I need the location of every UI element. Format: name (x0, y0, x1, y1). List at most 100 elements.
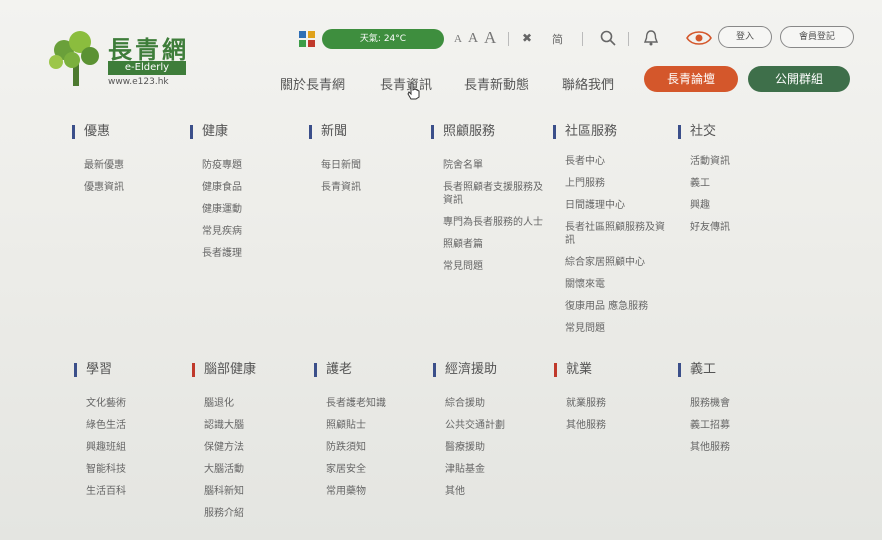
menu-link[interactable]: 義工 (690, 173, 730, 195)
menu-link[interactable]: 文化藝術 (86, 393, 126, 415)
divider (582, 32, 583, 46)
menu-link[interactable]: 常用藥物 (326, 481, 386, 503)
menu-heading[interactable]: 護老 (314, 361, 386, 379)
menu-link[interactable]: 綜合家居照顧中心 (565, 252, 673, 274)
divider (508, 32, 509, 46)
font-size-small[interactable]: A (454, 33, 462, 45)
menu-link[interactable]: 就業服務 (566, 393, 606, 415)
tree-logo-icon[interactable] (46, 28, 106, 88)
brand-subtitle: e-Elderly (108, 61, 186, 75)
menu-heading[interactable]: 社交 (678, 123, 730, 141)
menu-link[interactable]: 津貼基金 (445, 459, 505, 481)
font-size-medium[interactable]: A (468, 31, 478, 47)
menu-heading[interactable]: 學習 (74, 361, 126, 379)
heading-label: 經濟援助 (445, 362, 498, 377)
heading-label: 就業 (566, 362, 593, 377)
heading-label: 照顧服務 (443, 124, 496, 139)
menu-col-learning: 學習 文化藝術 綠色生活 興趣班組 智能科技 生活百科 (74, 361, 126, 503)
menu-link[interactable]: 興趣 (690, 195, 730, 217)
heading-label: 健康 (202, 124, 229, 139)
menu-heading[interactable]: 新聞 (309, 123, 361, 141)
nav-item-about[interactable]: 關於長青網 (280, 74, 345, 93)
menu-link[interactable]: 常見問題 (443, 256, 551, 278)
menu-link[interactable]: 上門服務 (565, 173, 673, 195)
menu-link[interactable]: 其他服務 (566, 415, 606, 437)
menu-col-employment: 就業 就業服務 其他服務 (554, 361, 606, 437)
chinese-toggle-icon[interactable]: ✖ (522, 31, 532, 45)
menu-link[interactable]: 腦退化 (204, 393, 256, 415)
menu-link[interactable]: 專門為長者服務的人士 (443, 212, 551, 234)
menu-link[interactable]: 長者社區照顧服務及資訊 (565, 221, 673, 247)
menu-link[interactable]: 常見疾病 (202, 221, 242, 243)
font-size-large[interactable]: A (484, 28, 496, 48)
menu-heading[interactable]: 經濟援助 (433, 361, 505, 379)
menu-link[interactable]: 照顧者篇 (443, 234, 551, 256)
menu-link[interactable]: 服務介紹 (204, 503, 256, 525)
menu-link[interactable]: 好友傳訊 (690, 217, 730, 239)
register-button[interactable]: 會員登記 (780, 26, 854, 48)
login-button[interactable]: 登入 (718, 26, 772, 48)
search-icon[interactable] (600, 30, 616, 46)
heading-bar (190, 125, 193, 139)
groups-button[interactable]: 公開群組 (748, 66, 850, 92)
brand-name[interactable]: 長青網 (108, 30, 189, 65)
menu-heading[interactable]: 義工 (678, 361, 730, 379)
heading-bar (553, 125, 556, 139)
menu-link[interactable]: 其他服務 (690, 437, 730, 459)
simplified-chinese-icon[interactable]: 简 (552, 31, 563, 47)
menu-link[interactable]: 智能科技 (86, 459, 126, 481)
menu-link[interactable]: 長者護理 (202, 243, 242, 265)
menu-link[interactable]: 長者照顧者支援服務及資訊 (443, 181, 551, 207)
weather-badge: 天氣: 24°C (322, 29, 444, 49)
menu-col-care: 照顧服務 院舍名單 長者照顧者支援服務及資訊 專門為長者服務的人士 照顧者篇 常… (431, 123, 551, 278)
menu-link[interactable]: 每日新聞 (321, 155, 361, 177)
menu-heading[interactable]: 就業 (554, 361, 606, 379)
menu-link[interactable]: 保健方法 (204, 437, 256, 459)
menu-link[interactable]: 服務機會 (690, 393, 730, 415)
nav-item-news[interactable]: 長青新動態 (464, 74, 529, 93)
menu-link[interactable]: 公共交通計劃 (445, 415, 505, 437)
menu-link[interactable]: 家居安全 (326, 459, 386, 481)
menu-link[interactable]: 最新優惠 (84, 155, 124, 177)
menu-link[interactable]: 其他 (445, 481, 505, 503)
menu-heading[interactable]: 優惠 (72, 123, 124, 141)
menu-link[interactable]: 綠色生活 (86, 415, 126, 437)
eye-icon[interactable] (686, 29, 712, 47)
menu-link[interactable]: 長青資訊 (321, 177, 361, 199)
heading-label: 新聞 (321, 124, 348, 139)
menu-link[interactable]: 綜合援助 (445, 393, 505, 415)
menu-link[interactable]: 防跌須知 (326, 437, 386, 459)
menu-heading[interactable]: 社區服務 (553, 123, 673, 141)
nav-item-contact[interactable]: 聯絡我們 (562, 74, 614, 93)
menu-heading[interactable]: 腦部健康 (192, 361, 256, 379)
menu-col-social: 社交 活動資訊 義工 興趣 好友傳訊 (678, 123, 730, 239)
menu-link[interactable]: 活動資訊 (690, 151, 730, 173)
menu-heading[interactable]: 照顧服務 (431, 123, 551, 141)
menu-link[interactable]: 復康用品 應急服務 (565, 296, 673, 318)
menu-link[interactable]: 優惠資訊 (84, 177, 124, 199)
menu-link[interactable]: 健康運動 (202, 199, 242, 221)
menu-link[interactable]: 常見問題 (565, 318, 673, 340)
menu-link[interactable]: 長者中心 (565, 151, 673, 173)
brand-url: www.e123.hk (108, 77, 169, 87)
menu-link[interactable]: 日間護理中心 (565, 195, 673, 217)
menu-link[interactable]: 長者護老知識 (326, 393, 386, 415)
heading-bar (314, 363, 317, 377)
menu-link[interactable]: 健康食品 (202, 177, 242, 199)
heading-label: 護老 (326, 362, 353, 377)
accessibility-icon[interactable] (298, 30, 316, 48)
menu-heading[interactable]: 健康 (190, 123, 242, 141)
menu-link[interactable]: 義工招募 (690, 415, 730, 437)
menu-link[interactable]: 生活百科 (86, 481, 126, 503)
menu-link[interactable]: 腦科新知 (204, 481, 256, 503)
menu-link[interactable]: 認識大腦 (204, 415, 256, 437)
menu-link[interactable]: 興趣班組 (86, 437, 126, 459)
forum-button[interactable]: 長青論壇 (644, 66, 738, 92)
menu-link[interactable]: 照顧貼士 (326, 415, 386, 437)
menu-link[interactable]: 大腦活動 (204, 459, 256, 481)
menu-link[interactable]: 關懷來電 (565, 274, 673, 296)
menu-link[interactable]: 院舍名單 (443, 155, 551, 177)
menu-link[interactable]: 醫療援助 (445, 437, 505, 459)
bell-icon[interactable] (644, 30, 658, 46)
menu-link[interactable]: 防疫專題 (202, 155, 242, 177)
